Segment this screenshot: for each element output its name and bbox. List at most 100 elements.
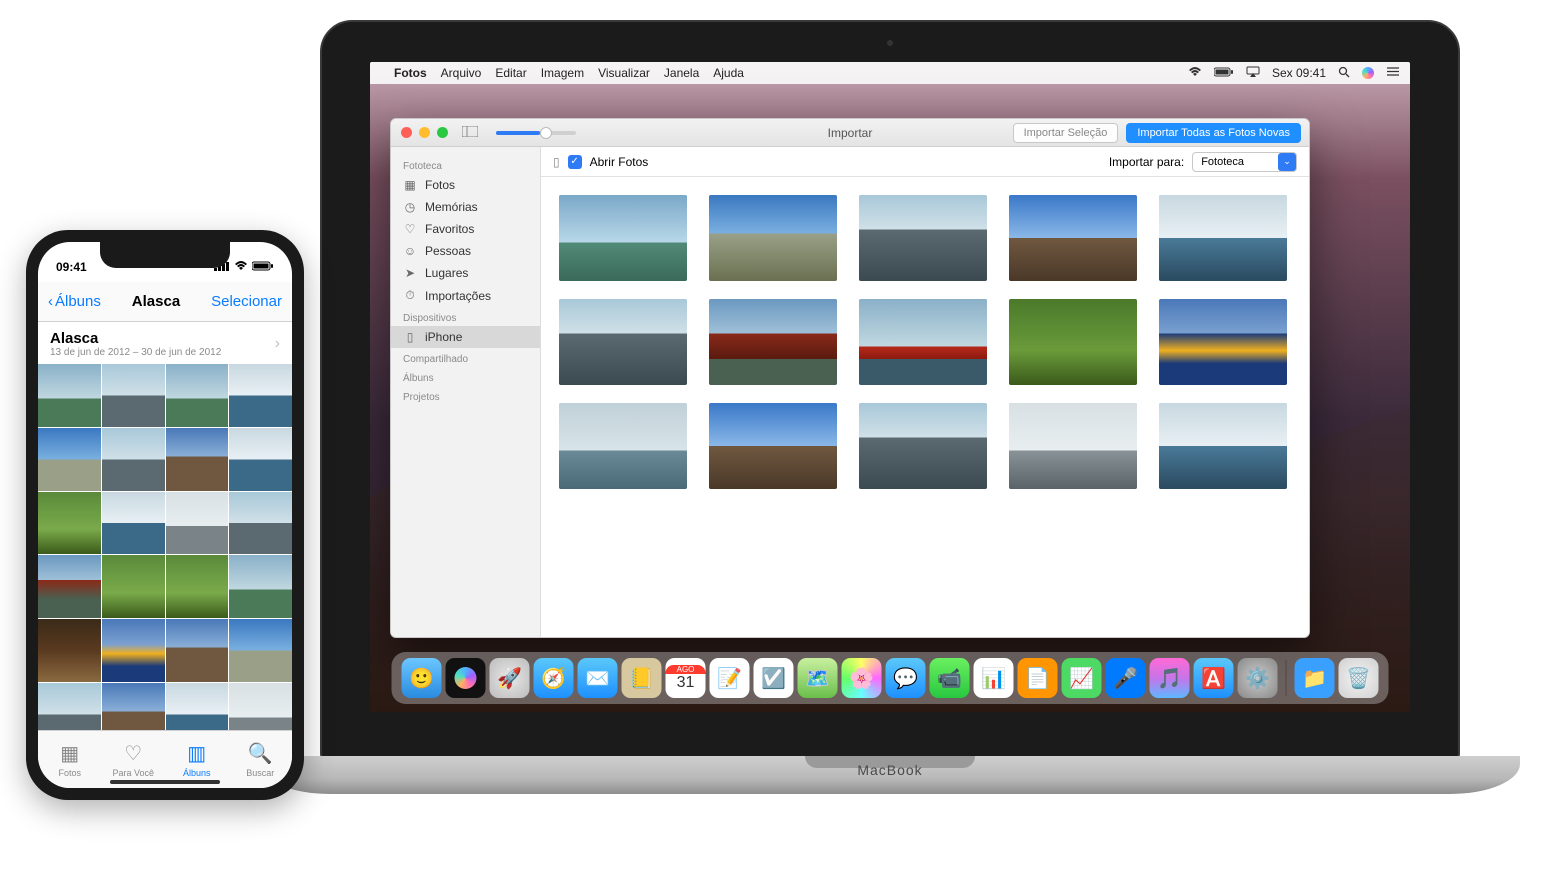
import-thumb[interactable] <box>559 403 687 489</box>
thumbnail-size-slider[interactable] <box>496 131 576 135</box>
sidebar-item-memories[interactable]: ◷Memórias <box>391 196 540 218</box>
dock-photos[interactable]: 🌸 <box>842 658 882 698</box>
menubar-clock[interactable]: Sex 09:41 <box>1272 66 1326 80</box>
import-to-select[interactable]: Fototeca ⌄ <box>1192 152 1297 172</box>
photo-cell[interactable] <box>102 492 165 555</box>
sidebar-item-places[interactable]: ➤Lugares <box>391 262 540 284</box>
dock-appstore[interactable]: 🅰️ <box>1194 658 1234 698</box>
menu-help[interactable]: Ajuda <box>713 66 744 80</box>
import-thumb[interactable] <box>1159 195 1287 281</box>
window-close-button[interactable] <box>401 127 412 138</box>
photo-cell[interactable] <box>38 492 101 555</box>
nav-select-button[interactable]: Selecionar <box>211 293 282 310</box>
dock-calendar[interactable]: AGO 31 <box>666 658 706 698</box>
sidebar-item-favorites[interactable]: ♡Favoritos <box>391 218 540 240</box>
import-thumb[interactable] <box>1009 403 1137 489</box>
photo-cell[interactable] <box>166 364 229 427</box>
import-selection-button[interactable]: Importar Seleção <box>1013 123 1119 143</box>
import-thumb[interactable] <box>859 195 987 281</box>
sidebar-item-photos[interactable]: ▦Fotos <box>391 174 540 196</box>
siri-icon[interactable] <box>1362 67 1374 79</box>
window-traffic-lights[interactable] <box>401 127 448 138</box>
import-thumb[interactable] <box>859 403 987 489</box>
import-thumb[interactable] <box>709 403 837 489</box>
dock-numbers[interactable]: 📈 <box>1062 658 1102 698</box>
photo-cell[interactable] <box>229 555 292 618</box>
dock-notes[interactable]: 📝 <box>710 658 750 698</box>
dock-siri[interactable] <box>446 658 486 698</box>
menu-file[interactable]: Arquivo <box>441 66 482 80</box>
menu-view[interactable]: Visualizar <box>598 66 650 80</box>
photo-cell[interactable] <box>38 619 101 682</box>
dock-launchpad[interactable]: 🚀 <box>490 658 530 698</box>
photo-cell[interactable] <box>102 683 165 730</box>
photo-cell[interactable] <box>229 619 292 682</box>
import-thumb[interactable] <box>1159 403 1287 489</box>
import-thumb[interactable] <box>859 299 987 385</box>
photo-cell[interactable] <box>102 555 165 618</box>
wifi-icon[interactable] <box>1188 66 1202 80</box>
battery-icon[interactable] <box>1214 66 1234 80</box>
sidebar-item-iphone-device[interactable]: ▯iPhone <box>391 326 540 348</box>
dock-keynote[interactable]: 🎤 <box>1106 658 1146 698</box>
tab-search[interactable]: 🔍 Buscar <box>229 731 293 788</box>
dock-contacts[interactable]: 📒 <box>622 658 662 698</box>
photo-cell[interactable] <box>102 619 165 682</box>
dock-facetime[interactable]: 📹 <box>930 658 970 698</box>
dock-reminders[interactable]: ☑️ <box>754 658 794 698</box>
sidebar-item-people[interactable]: ☺Pessoas <box>391 240 540 262</box>
dock-mail[interactable]: ✉️ <box>578 658 618 698</box>
open-photos-checkbox[interactable]: ✓ <box>568 155 582 169</box>
photo-cell[interactable] <box>229 364 292 427</box>
photo-cell[interactable] <box>38 364 101 427</box>
photo-cell[interactable] <box>38 555 101 618</box>
notification-center-icon[interactable] <box>1386 66 1400 80</box>
window-minimize-button[interactable] <box>419 127 430 138</box>
photo-cell[interactable] <box>102 428 165 491</box>
dock-safari[interactable]: 🧭 <box>534 658 574 698</box>
menu-edit[interactable]: Editar <box>495 66 526 80</box>
photo-cell[interactable] <box>166 492 229 555</box>
dock-messages[interactable]: 💬 <box>886 658 926 698</box>
import-thumb[interactable] <box>559 195 687 281</box>
dock-trash[interactable]: 🗑️ <box>1339 658 1379 698</box>
menubar-app-name[interactable]: Fotos <box>394 66 427 80</box>
dock-downloads[interactable]: 📁 <box>1295 658 1335 698</box>
menu-image[interactable]: Imagem <box>541 66 584 80</box>
import-thumb[interactable] <box>1159 299 1287 385</box>
iphone-content[interactable]: Alasca 13 de jun de 2012 – 30 de jun de … <box>38 322 292 730</box>
dock-pages[interactable]: 📄 <box>1018 658 1058 698</box>
import-thumb[interactable] <box>559 299 687 385</box>
album-header[interactable]: Alasca 13 de jun de 2012 – 30 de jun de … <box>38 322 292 364</box>
sidebar-item-imports[interactable]: ⏱Importações <box>391 284 540 307</box>
dock-maps[interactable]: 🗺️ <box>798 658 838 698</box>
dock-itunes[interactable]: 🎵 <box>1150 658 1190 698</box>
import-all-new-button[interactable]: Importar Todas as Fotos Novas <box>1126 123 1301 143</box>
import-thumb[interactable] <box>1009 299 1137 385</box>
photo-cell[interactable] <box>38 428 101 491</box>
spotlight-icon[interactable] <box>1338 66 1350 81</box>
airplay-icon[interactable] <box>1246 66 1260 80</box>
photo-cell[interactable] <box>229 683 292 730</box>
import-thumb[interactable] <box>1009 195 1137 281</box>
photo-cell[interactable] <box>229 492 292 555</box>
photo-cell[interactable] <box>229 428 292 491</box>
nav-back-button[interactable]: ‹ Álbuns <box>48 293 101 310</box>
tab-photos[interactable]: ▦ Fotos <box>38 731 102 788</box>
dock-stocks[interactable]: 📊 <box>974 658 1014 698</box>
window-titlebar[interactable]: Importar Importar Seleção Importar Todas… <box>391 119 1309 147</box>
sidebar-toggle-icon[interactable] <box>462 126 478 140</box>
home-indicator[interactable] <box>110 780 220 784</box>
window-fullscreen-button[interactable] <box>437 127 448 138</box>
dock-settings[interactable]: ⚙️ <box>1238 658 1278 698</box>
photo-cell[interactable] <box>166 683 229 730</box>
import-thumb[interactable] <box>709 299 837 385</box>
photo-cell[interactable] <box>166 555 229 618</box>
menu-window[interactable]: Janela <box>664 66 699 80</box>
photo-cell[interactable] <box>102 364 165 427</box>
photo-cell[interactable] <box>166 428 229 491</box>
import-thumb[interactable] <box>709 195 837 281</box>
dock-finder[interactable]: 🙂 <box>402 658 442 698</box>
photo-cell[interactable] <box>38 683 101 730</box>
photo-cell[interactable] <box>166 619 229 682</box>
